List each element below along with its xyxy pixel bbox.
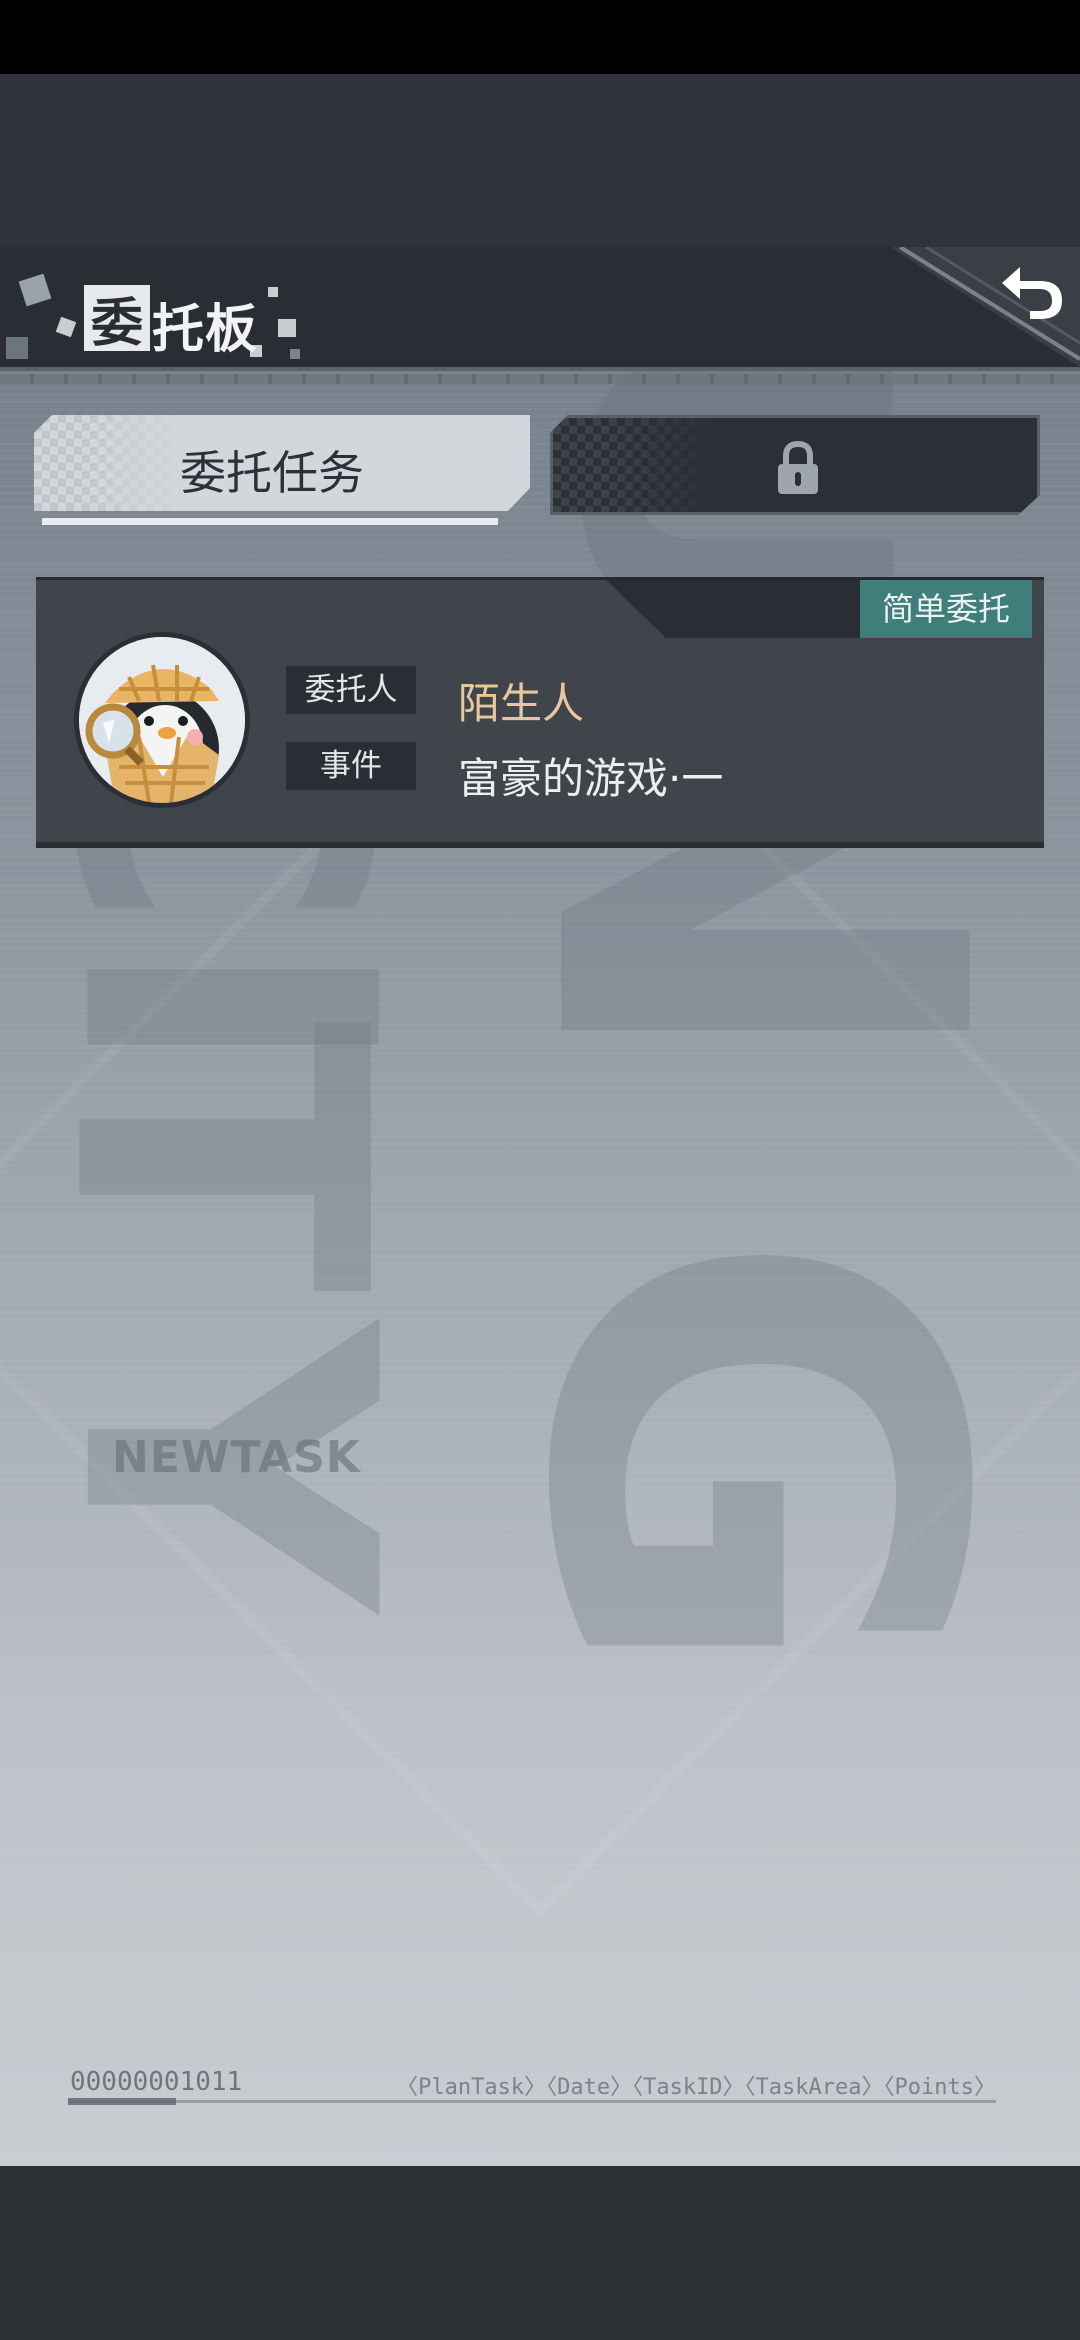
top-letterbox (0, 74, 1080, 247)
page-title-first-char: 委 (90, 293, 143, 354)
tab-locked[interactable] (550, 415, 1040, 515)
header-rail-decoration (0, 374, 1080, 384)
tab-checker-pattern-dark (553, 418, 723, 512)
footer-line (68, 2100, 996, 2103)
tab-commission-tasks[interactable]: 委托任务 (34, 415, 530, 511)
back-button[interactable] (930, 247, 1080, 367)
serial-number: 00000001011 (70, 2067, 243, 2097)
newtask-watermark: NEWTASK (112, 1432, 361, 1483)
active-tab-indicator (42, 518, 492, 525)
background-decoration: C I T Y N G U (0, 247, 1080, 2166)
footer-tags: 〈PlanTask〉〈Date〉〈TaskID〉〈TaskArea〉〈Point… (396, 2075, 996, 2100)
bottom-letterbox (0, 2166, 1080, 2340)
event-name: 富豪的游戏·一 (458, 754, 724, 803)
footer-progress-mark (68, 2098, 176, 2105)
background-letter-t: T (0, 1020, 450, 1294)
active-tab-indicator-end (488, 518, 498, 525)
client-avatar (74, 632, 250, 808)
header-bar: 委 托板 (0, 247, 1080, 371)
background-letter-i: I (0, 932, 458, 1082)
detective-penguin-avatar (79, 637, 245, 803)
tab-checker-pattern (34, 415, 184, 511)
client-name: 陌生人 (458, 679, 585, 728)
background-letter-g: G (423, 1227, 1076, 1687)
client-label: 委托人 (286, 666, 416, 714)
page-title: 托板 (152, 300, 259, 360)
event-label: 事件 (286, 742, 416, 790)
difficulty-badge: 简单委托 (859, 580, 1032, 638)
page-title-badge: 委 (84, 285, 150, 354)
commission-board-screen: C I T Y N G U 委 托板 (0, 247, 1080, 2166)
tab-commission-tasks-label: 委托任务 (180, 446, 364, 500)
lock-icon (770, 440, 826, 496)
status-bar (0, 0, 1080, 74)
task-card[interactable]: 简单委托 委托人 陌生人 事件 富豪的游戏·一 (36, 577, 1044, 842)
undo-arrow-icon (1002, 267, 1062, 319)
